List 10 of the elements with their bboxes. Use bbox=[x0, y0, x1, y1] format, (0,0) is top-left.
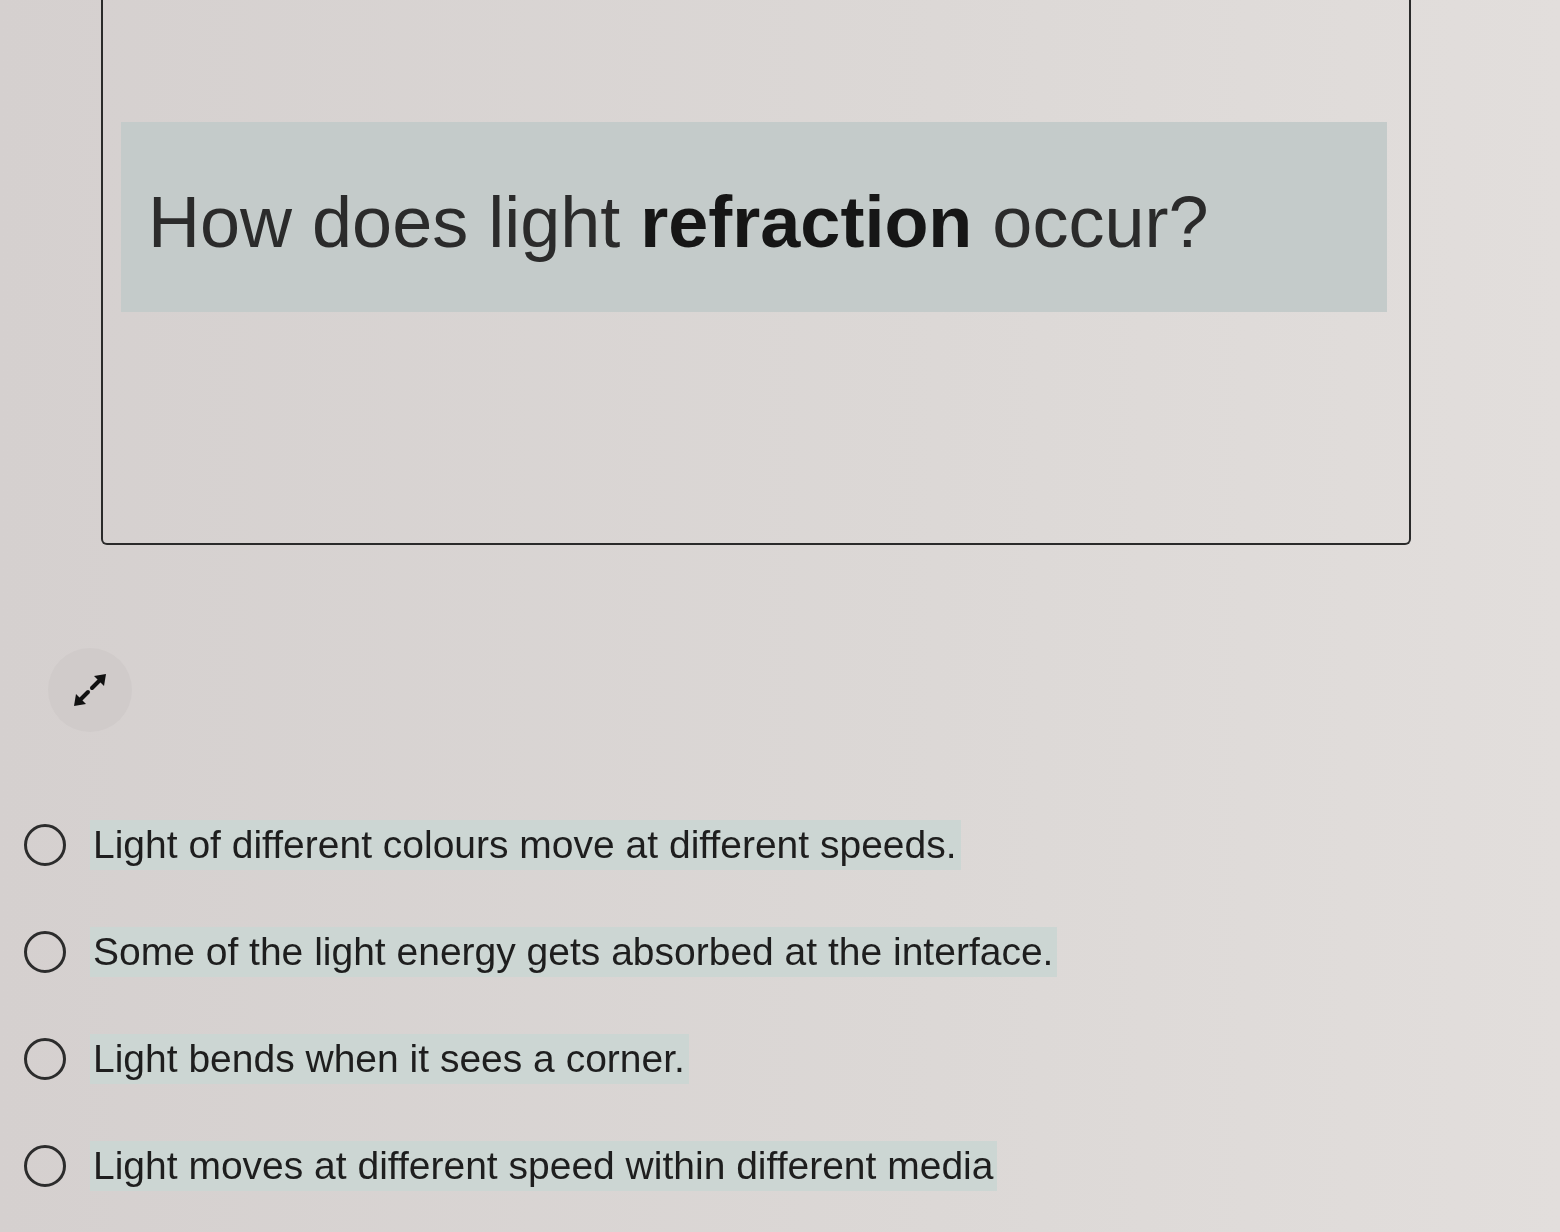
question-text: How does light refraction occur? bbox=[148, 182, 1209, 262]
option-label[interactable]: Light of different colours move at different speeds. bbox=[90, 820, 961, 870]
option-label[interactable]: Some of the light energy gets absorbed at the interface. bbox=[90, 927, 1058, 977]
radio-button[interactable] bbox=[24, 824, 66, 866]
expand-icon bbox=[74, 674, 106, 706]
radio-button[interactable] bbox=[24, 931, 66, 973]
radio-button[interactable] bbox=[24, 1038, 66, 1080]
option-label[interactable]: Light bends when it sees a corner. bbox=[90, 1034, 689, 1084]
radio-button[interactable] bbox=[24, 1145, 66, 1187]
option-label[interactable]: Light moves at different speed within different media bbox=[90, 1141, 998, 1191]
